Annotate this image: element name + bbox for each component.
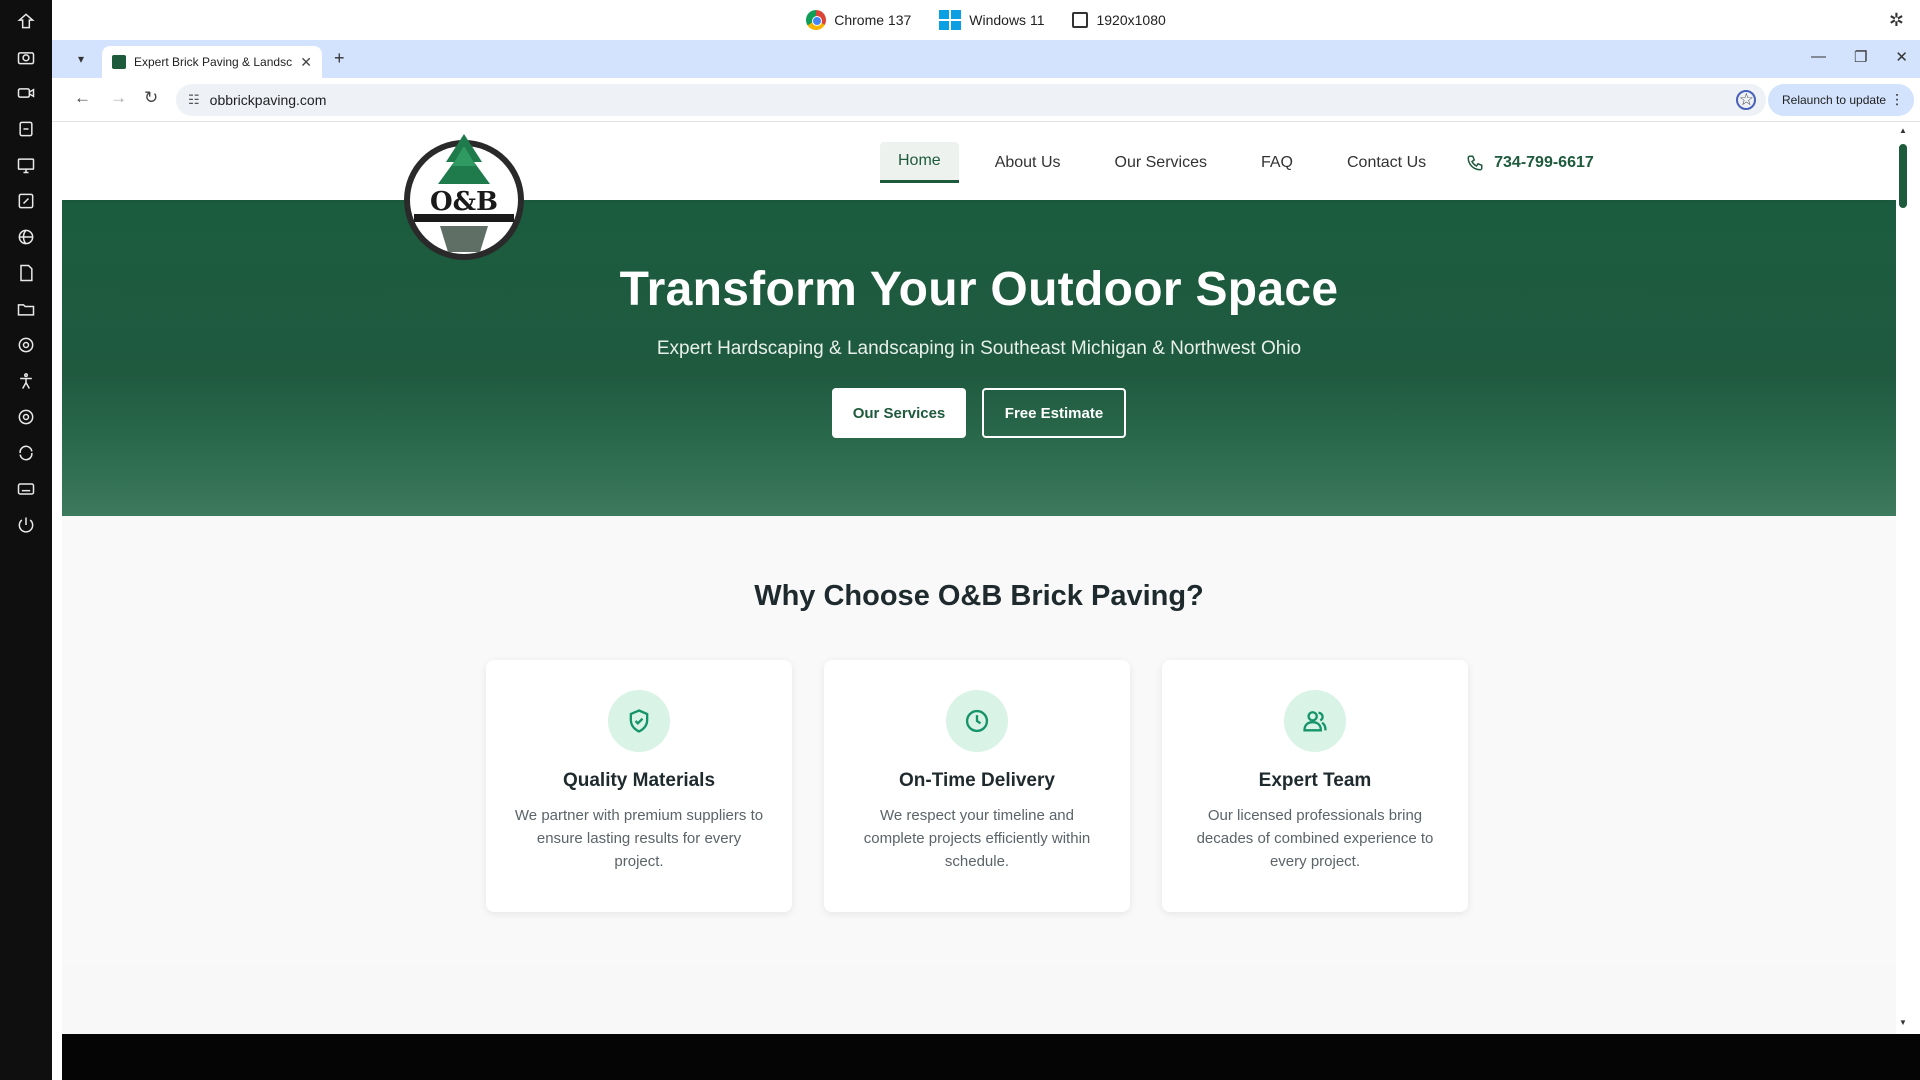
phone-number: 734-799-6617 — [1494, 153, 1594, 171]
hero-buttons: Our Services Free Estimate — [62, 388, 1896, 438]
relaunch-button[interactable]: Relaunch to update ⋮ — [1768, 84, 1915, 116]
restore-icon[interactable]: ❐ — [1854, 48, 1867, 66]
team-icon — [1284, 690, 1346, 752]
home-logo-icon[interactable] — [11, 8, 41, 34]
close-window-icon[interactable]: ✕ — [1895, 48, 1908, 66]
reload-icon[interactable]: ↻ — [144, 88, 158, 108]
scroll-down-arrow-icon[interactable]: ▼ — [1899, 1018, 1907, 1027]
card-description: We respect your timeline and complete pr… — [863, 807, 1091, 870]
tab-search-chevron-icon[interactable]: ▾ — [68, 48, 94, 70]
our-services-button[interactable]: Our Services — [832, 388, 966, 438]
card-title: Expert Team — [1258, 770, 1372, 791]
url-text: obbrickpaving.com — [209, 92, 327, 108]
page-scrollbar[interactable]: ▲ ▼ — [1896, 122, 1910, 1034]
screen: Chrome 137 Windows 11 1920x1080 ✲ ▾ Expe… — [0, 0, 1920, 1080]
browser-tab-active[interactable]: Expert Brick Paving & Landscap ✕ — [102, 46, 322, 78]
feature-card-quality: Quality Materials We partner with premiu… — [486, 660, 792, 912]
nav-our-services[interactable]: Our Services — [1097, 144, 1225, 182]
feature-cards: Quality Materials We partner with premiu… — [486, 660, 1468, 912]
resolution-info: 1920x1080 — [1072, 12, 1166, 28]
main-nav: Home About Us Our Services FAQ Contact U… — [880, 142, 1594, 183]
tab-title: Expert Brick Paving & Landscap — [134, 55, 293, 69]
why-choose-section: Why Choose O&B Brick Paving? Quality Mat… — [62, 516, 1896, 966]
phone-icon — [1467, 155, 1483, 171]
system-bar: Chrome 137 Windows 11 1920x1080 ✲ — [52, 0, 1920, 40]
nav-home[interactable]: Home — [880, 142, 959, 183]
settings-icon[interactable] — [11, 404, 41, 430]
window-controls: — ❐ ✕ — [1811, 48, 1908, 66]
chrome-logo-icon — [806, 10, 827, 30]
relaunch-label: Relaunch to update — [1782, 93, 1887, 107]
tab-strip: ▾ Expert Brick Paving & Landscap ✕ + — ❐… — [52, 40, 1920, 78]
company-logo[interactable]: O&B — [400, 126, 528, 264]
site-info-icon[interactable]: ☷ — [188, 92, 200, 108]
browser-version: Chrome 137 — [834, 12, 912, 28]
browser-info: Chrome 137 — [806, 10, 911, 30]
chrome-icon[interactable] — [11, 332, 41, 358]
windows-logo-icon — [939, 10, 962, 30]
resolution-icon — [1072, 12, 1089, 28]
bug-icon[interactable]: ✲ — [1889, 10, 1904, 31]
hero-subtitle: Expert Hardscaping & Landscaping in Sout… — [656, 338, 1302, 359]
free-estimate-button[interactable]: Free Estimate — [982, 388, 1126, 438]
card-description: We partner with premium suppliers to ens… — [514, 807, 764, 870]
omnibox[interactable]: ☷ obbrickpaving.com ☆ — [176, 84, 1766, 116]
accessibility-icon[interactable] — [11, 368, 41, 394]
hero-section: Transform Your Outdoor Space Expert Hard… — [62, 200, 1896, 516]
video-icon[interactable] — [11, 80, 41, 106]
page-bottom-band — [62, 1034, 1920, 1080]
keyboard-icon[interactable] — [11, 476, 41, 502]
forward-arrow-icon[interactable]: → — [110, 88, 127, 108]
monitor-icon[interactable] — [11, 152, 41, 178]
more-menu-icon[interactable]: ⋮ — [1890, 91, 1904, 108]
nav-contact-us[interactable]: Contact Us — [1329, 144, 1444, 182]
back-arrow-icon[interactable]: ← — [74, 88, 91, 108]
feature-card-expert-team: Expert Team Our licensed professionals b… — [1162, 660, 1468, 912]
scroll-up-arrow-icon[interactable]: ▲ — [1899, 126, 1907, 135]
new-tab-plus-icon[interactable]: + — [334, 48, 345, 69]
folder-icon[interactable] — [11, 296, 41, 322]
edit-icon[interactable] — [11, 188, 41, 214]
hero-title: Transform Your Outdoor Space — [619, 263, 1339, 316]
profile-icon[interactable] — [1736, 90, 1756, 110]
tab-close-icon[interactable]: ✕ — [300, 54, 312, 71]
os-version: Windows 11 — [969, 12, 1045, 28]
card-title: On-Time Delivery — [899, 770, 1055, 791]
card-title: Quality Materials — [562, 770, 716, 791]
shield-check-icon — [608, 690, 670, 752]
minimize-icon[interactable]: — — [1811, 48, 1826, 66]
card-description: Our licensed professionals bring decades… — [1196, 807, 1434, 870]
os-info: Windows 11 — [939, 10, 1044, 30]
file-icon[interactable] — [11, 260, 41, 286]
site-header: Home About Us Our Services FAQ Contact U… — [62, 122, 1896, 200]
sync-icon[interactable] — [11, 440, 41, 466]
power-icon[interactable] — [11, 512, 41, 538]
svg-text:O&B: O&B — [430, 187, 498, 217]
address-toolbar: ← → ↻ ☷ obbrickpaving.com ☆ Relaunch to … — [52, 78, 1920, 122]
vendor-dock — [0, 0, 52, 1080]
why-choose-title: Why Choose O&B Brick Paving? — [754, 580, 1204, 612]
page-viewport: Home About Us Our Services FAQ Contact U… — [62, 122, 1896, 1034]
site-favicon-icon — [112, 55, 126, 69]
resolution-value: 1920x1080 — [1096, 12, 1166, 28]
feature-card-on-time: On-Time Delivery We respect your timelin… — [824, 660, 1130, 912]
clock-icon — [946, 690, 1008, 752]
clipboard-icon[interactable] — [11, 116, 41, 142]
nav-faq[interactable]: FAQ — [1243, 144, 1311, 182]
logo-badge-icon: O&B — [404, 134, 524, 260]
camera-icon[interactable] — [11, 44, 41, 70]
globe-icon[interactable] — [11, 224, 41, 250]
scrollbar-thumb[interactable] — [1899, 144, 1907, 208]
nav-about-us[interactable]: About Us — [977, 144, 1079, 182]
nav-phone-link[interactable]: 734-799-6617 — [1466, 154, 1594, 172]
